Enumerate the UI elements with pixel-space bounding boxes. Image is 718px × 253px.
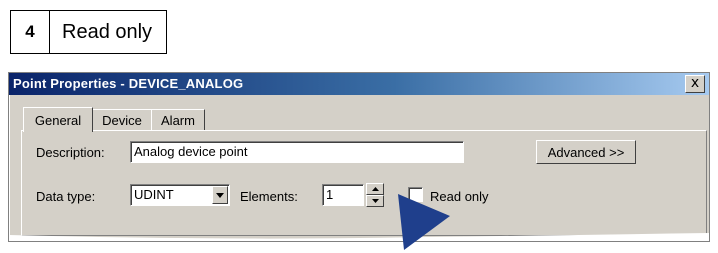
close-icon: x: [690, 75, 700, 91]
elements-input[interactable]: 1: [322, 184, 364, 206]
dialog-title: Point Properties - DEVICE_ANALOG: [13, 76, 244, 91]
general-tab-panel: Description: Analog device point Advance…: [21, 130, 707, 236]
tab-device[interactable]: Device: [91, 109, 153, 130]
data-type-select[interactable]: UDINT: [130, 184, 230, 206]
data-type-value: UDINT: [134, 187, 174, 202]
close-button[interactable]: x: [685, 75, 705, 93]
description-input[interactable]: Analog device point: [130, 141, 464, 163]
dropdown-button[interactable]: [212, 186, 228, 204]
elements-label: Elements:: [240, 189, 298, 204]
step-callout: 4 Read only: [10, 10, 168, 54]
spin-down-icon: [371, 199, 379, 203]
elements-spinner[interactable]: [366, 183, 384, 207]
spin-up-button[interactable]: [366, 183, 384, 195]
point-properties-dialog: Point Properties - DEVICE_ANALOG x Gener…: [8, 72, 710, 242]
step-number: 4: [11, 11, 50, 53]
advanced-button[interactable]: Advanced >>: [536, 140, 636, 164]
dropdown-arrow-icon: [216, 192, 224, 198]
dialog-torn-edge: [9, 233, 709, 241]
spin-down-button[interactable]: [366, 195, 384, 207]
description-label: Description:: [36, 145, 105, 160]
spin-up-icon: [371, 187, 379, 191]
tab-alarm[interactable]: Alarm: [151, 109, 205, 130]
tab-general[interactable]: General: [23, 107, 93, 132]
pointer-arrow-icon: [398, 194, 450, 250]
dialog-title-bar[interactable]: Point Properties - DEVICE_ANALOG x: [9, 73, 709, 95]
data-type-label: Data type:: [36, 189, 96, 204]
step-title: Read only: [62, 20, 153, 43]
